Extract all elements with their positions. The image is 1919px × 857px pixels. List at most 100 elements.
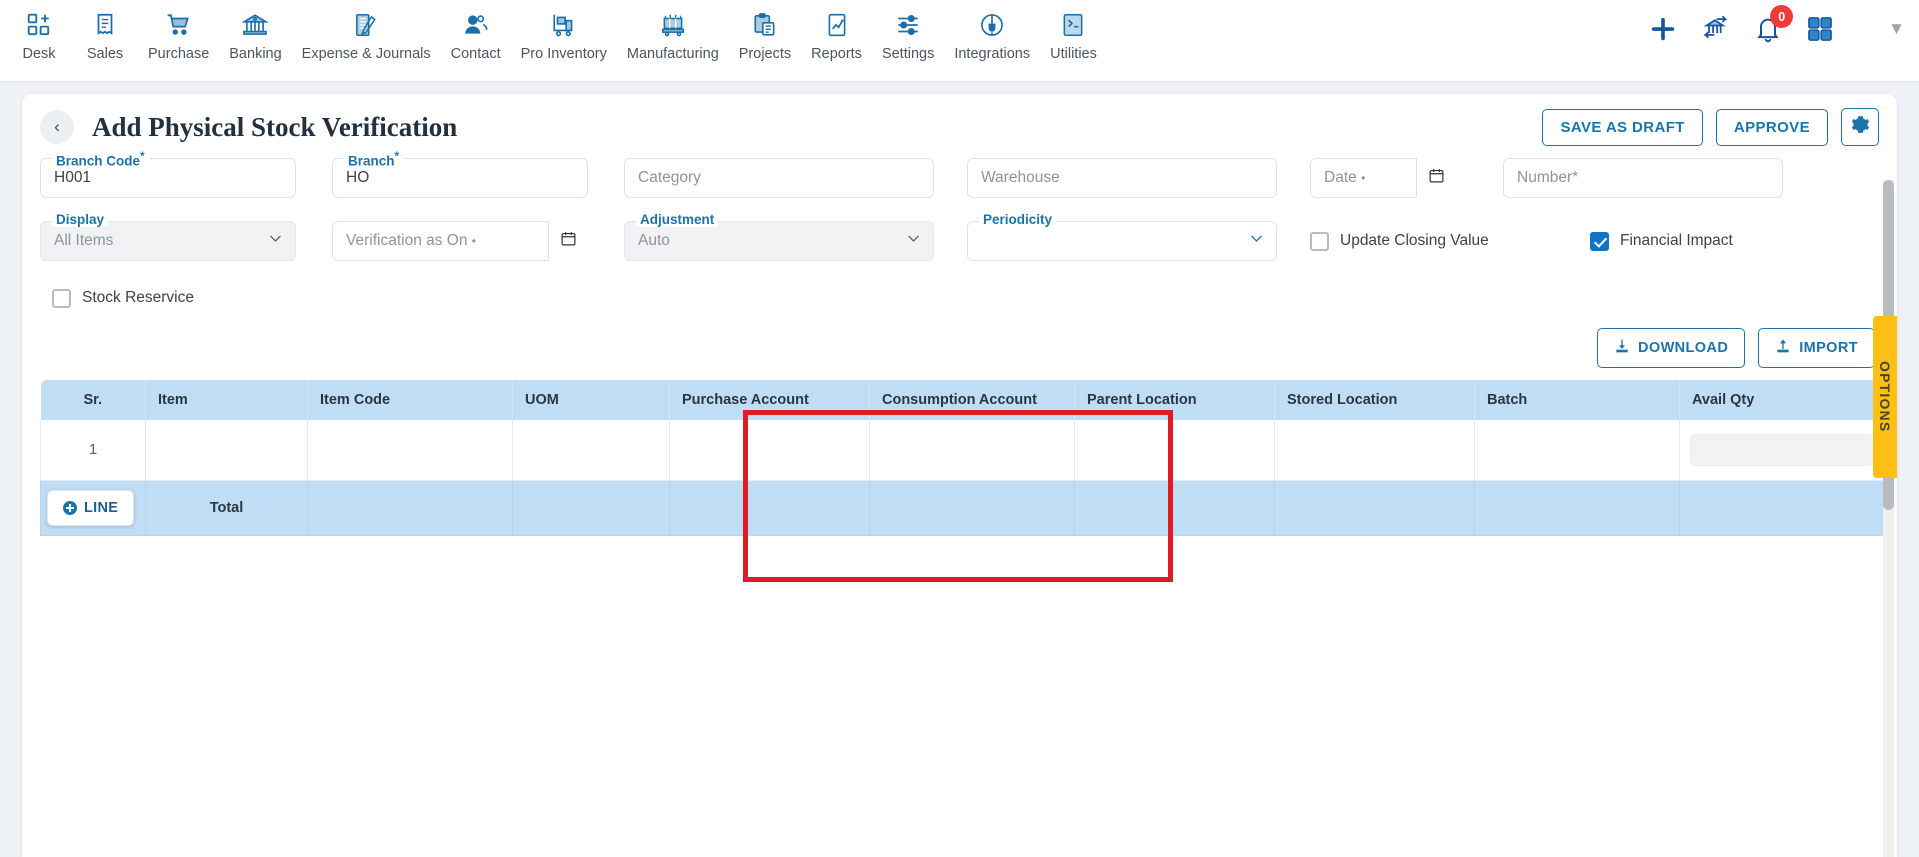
apps-grid-icon[interactable] bbox=[1806, 15, 1834, 43]
page-title: Add Physical Stock Verification bbox=[92, 111, 458, 142]
nav-item-purchase[interactable]: Purchase bbox=[138, 0, 219, 62]
date-calendar-button[interactable] bbox=[1416, 158, 1456, 198]
plus-icon[interactable] bbox=[1648, 14, 1678, 44]
branch-field[interactable]: Branch* HO bbox=[332, 149, 588, 198]
table-toolbar: DOWNLOAD IMPORT bbox=[22, 318, 1897, 368]
display-value: All Items bbox=[54, 232, 114, 249]
column-header-uom[interactable]: UOM bbox=[512, 380, 670, 420]
nav-label: Settings bbox=[881, 46, 935, 62]
total-cell-consumption-account bbox=[869, 480, 1075, 536]
column-header-stored-location[interactable]: Stored Location bbox=[1274, 380, 1475, 420]
page-scrollbar[interactable] bbox=[1883, 180, 1894, 857]
form-row-1: Branch Code* H001 Branch* HO Category Wa… bbox=[40, 149, 1879, 205]
nav-item-integrations[interactable]: Integrations bbox=[944, 0, 1040, 62]
update-closing-value-label: Update Closing Value bbox=[1340, 232, 1489, 249]
periodicity-field[interactable]: Periodicity bbox=[967, 212, 1277, 261]
plug-icon bbox=[979, 8, 1005, 42]
approve-button[interactable]: APPROVE bbox=[1715, 108, 1828, 146]
avail-qty-readonly-input bbox=[1690, 433, 1874, 466]
top-navigation-bar: Desk Sales Purchase Banking Expense & Jo… bbox=[0, 0, 1919, 82]
cell-uom[interactable] bbox=[512, 420, 670, 481]
stock-reservice-checkbox[interactable]: Stock Reservice bbox=[52, 278, 194, 318]
nav-item-contact[interactable]: Contact bbox=[441, 0, 511, 62]
display-field[interactable]: Display All Items bbox=[40, 212, 296, 261]
cell-batch[interactable] bbox=[1474, 420, 1680, 481]
display-label: Display bbox=[52, 212, 109, 227]
cell-consumption-account[interactable] bbox=[869, 420, 1075, 481]
shopping-cart-icon bbox=[166, 8, 192, 42]
column-header-consumption-account[interactable]: Consumption Account bbox=[869, 380, 1075, 420]
bank-transfer-icon[interactable] bbox=[1702, 15, 1730, 43]
add-line-button[interactable]: LINE bbox=[47, 489, 135, 526]
cell-item-code[interactable] bbox=[307, 420, 513, 481]
table-total-row: LINE Total bbox=[40, 480, 1885, 536]
cell-sr: 1 bbox=[40, 420, 146, 481]
calendar-icon bbox=[560, 230, 577, 252]
cell-item[interactable] bbox=[145, 420, 308, 481]
branch-code-value: H001 bbox=[54, 169, 92, 186]
header-actions: SAVE AS DRAFT APPROVE bbox=[1542, 108, 1879, 146]
verification-as-on-placeholder: Verification as On • bbox=[346, 232, 476, 249]
branch-value: HO bbox=[346, 169, 370, 186]
nav-item-projects[interactable]: Projects bbox=[729, 0, 801, 62]
total-cell-batch bbox=[1474, 480, 1680, 536]
download-button[interactable]: DOWNLOAD bbox=[1597, 328, 1746, 368]
date-placeholder: Date • bbox=[1324, 169, 1366, 186]
tools-page-icon bbox=[1060, 8, 1086, 42]
settings-gear-button[interactable] bbox=[1841, 108, 1879, 146]
column-header-sr[interactable]: Sr. bbox=[40, 380, 146, 420]
form-area: Branch Code* H001 Branch* HO Category Wa… bbox=[22, 149, 1897, 318]
table-row: 1 bbox=[40, 420, 1885, 481]
nav-item-banking[interactable]: Banking bbox=[219, 0, 291, 62]
column-header-avail-qty[interactable]: Avail Qty bbox=[1679, 380, 1885, 420]
total-cell-stored-location bbox=[1274, 480, 1475, 536]
cell-parent-location[interactable] bbox=[1074, 420, 1275, 481]
cell-stored-location[interactable] bbox=[1274, 420, 1475, 481]
stock-reservice-label: Stock Reservice bbox=[82, 289, 194, 306]
options-tab[interactable]: OPTIONS bbox=[1873, 316, 1897, 478]
back-button[interactable]: ‹ bbox=[40, 110, 74, 144]
column-header-batch[interactable]: Batch bbox=[1474, 380, 1680, 420]
table-body: 1 LINE Total bbox=[40, 420, 1885, 536]
warehouse-field[interactable]: Warehouse bbox=[967, 158, 1277, 198]
save-as-draft-button[interactable]: SAVE AS DRAFT bbox=[1542, 108, 1703, 146]
bell-icon[interactable]: 0 bbox=[1754, 5, 1794, 43]
clipboard-doc-icon bbox=[752, 8, 778, 42]
chevron-down-icon[interactable]: ▼ bbox=[1888, 19, 1905, 39]
total-cell-uom bbox=[512, 480, 670, 536]
nav-label: Integrations bbox=[954, 46, 1031, 62]
adjustment-field[interactable]: Adjustment Auto bbox=[624, 212, 934, 261]
nav-item-manufacturing[interactable]: Manufacturing bbox=[617, 0, 729, 62]
nav-item-sales[interactable]: Sales bbox=[72, 0, 138, 62]
download-label: DOWNLOAD bbox=[1638, 340, 1729, 356]
cell-purchase-account[interactable] bbox=[669, 420, 870, 481]
category-placeholder: Category bbox=[638, 169, 701, 186]
nav-item-reports[interactable]: Reports bbox=[801, 0, 872, 62]
nav-item-pro-inventory[interactable]: Pro Inventory bbox=[511, 0, 617, 62]
nav-item-settings[interactable]: Settings bbox=[872, 0, 944, 62]
column-header-item[interactable]: Item bbox=[145, 380, 308, 420]
page-header: ‹ Add Physical Stock Verification SAVE A… bbox=[22, 94, 1897, 152]
nav-item-utilities[interactable]: Utilities bbox=[1040, 0, 1107, 62]
date-field[interactable]: Date • bbox=[1310, 158, 1456, 198]
column-header-parent-location[interactable]: Parent Location bbox=[1074, 380, 1275, 420]
verification-calendar-button[interactable] bbox=[548, 221, 588, 261]
add-line-cell: LINE bbox=[40, 480, 146, 536]
update-closing-value-checkbox[interactable]: Update Closing Value bbox=[1310, 221, 1590, 261]
nav-label: Utilities bbox=[1050, 46, 1097, 62]
nav-item-expense-journals[interactable]: Expense & Journals bbox=[292, 0, 441, 62]
download-icon bbox=[1614, 338, 1630, 358]
financial-impact-checkbox[interactable]: Financial Impact bbox=[1590, 221, 1733, 261]
column-header-item-code[interactable]: Item Code bbox=[307, 380, 513, 420]
verification-as-on-field[interactable]: Verification as On • bbox=[332, 221, 588, 261]
total-cell-parent-location bbox=[1074, 480, 1275, 536]
column-header-purchase-account[interactable]: Purchase Account bbox=[669, 380, 870, 420]
people-icon bbox=[463, 8, 489, 42]
nav-item-desk[interactable]: Desk bbox=[6, 0, 72, 62]
number-field[interactable]: Number* bbox=[1503, 158, 1783, 198]
adjustment-label: Adjustment bbox=[636, 212, 719, 227]
form-row-2: Display All Items Verification as On • A… bbox=[40, 212, 1879, 268]
import-button[interactable]: IMPORT bbox=[1758, 328, 1875, 368]
category-field[interactable]: Category bbox=[624, 158, 934, 198]
branch-code-field[interactable]: Branch Code* H001 bbox=[40, 149, 296, 198]
